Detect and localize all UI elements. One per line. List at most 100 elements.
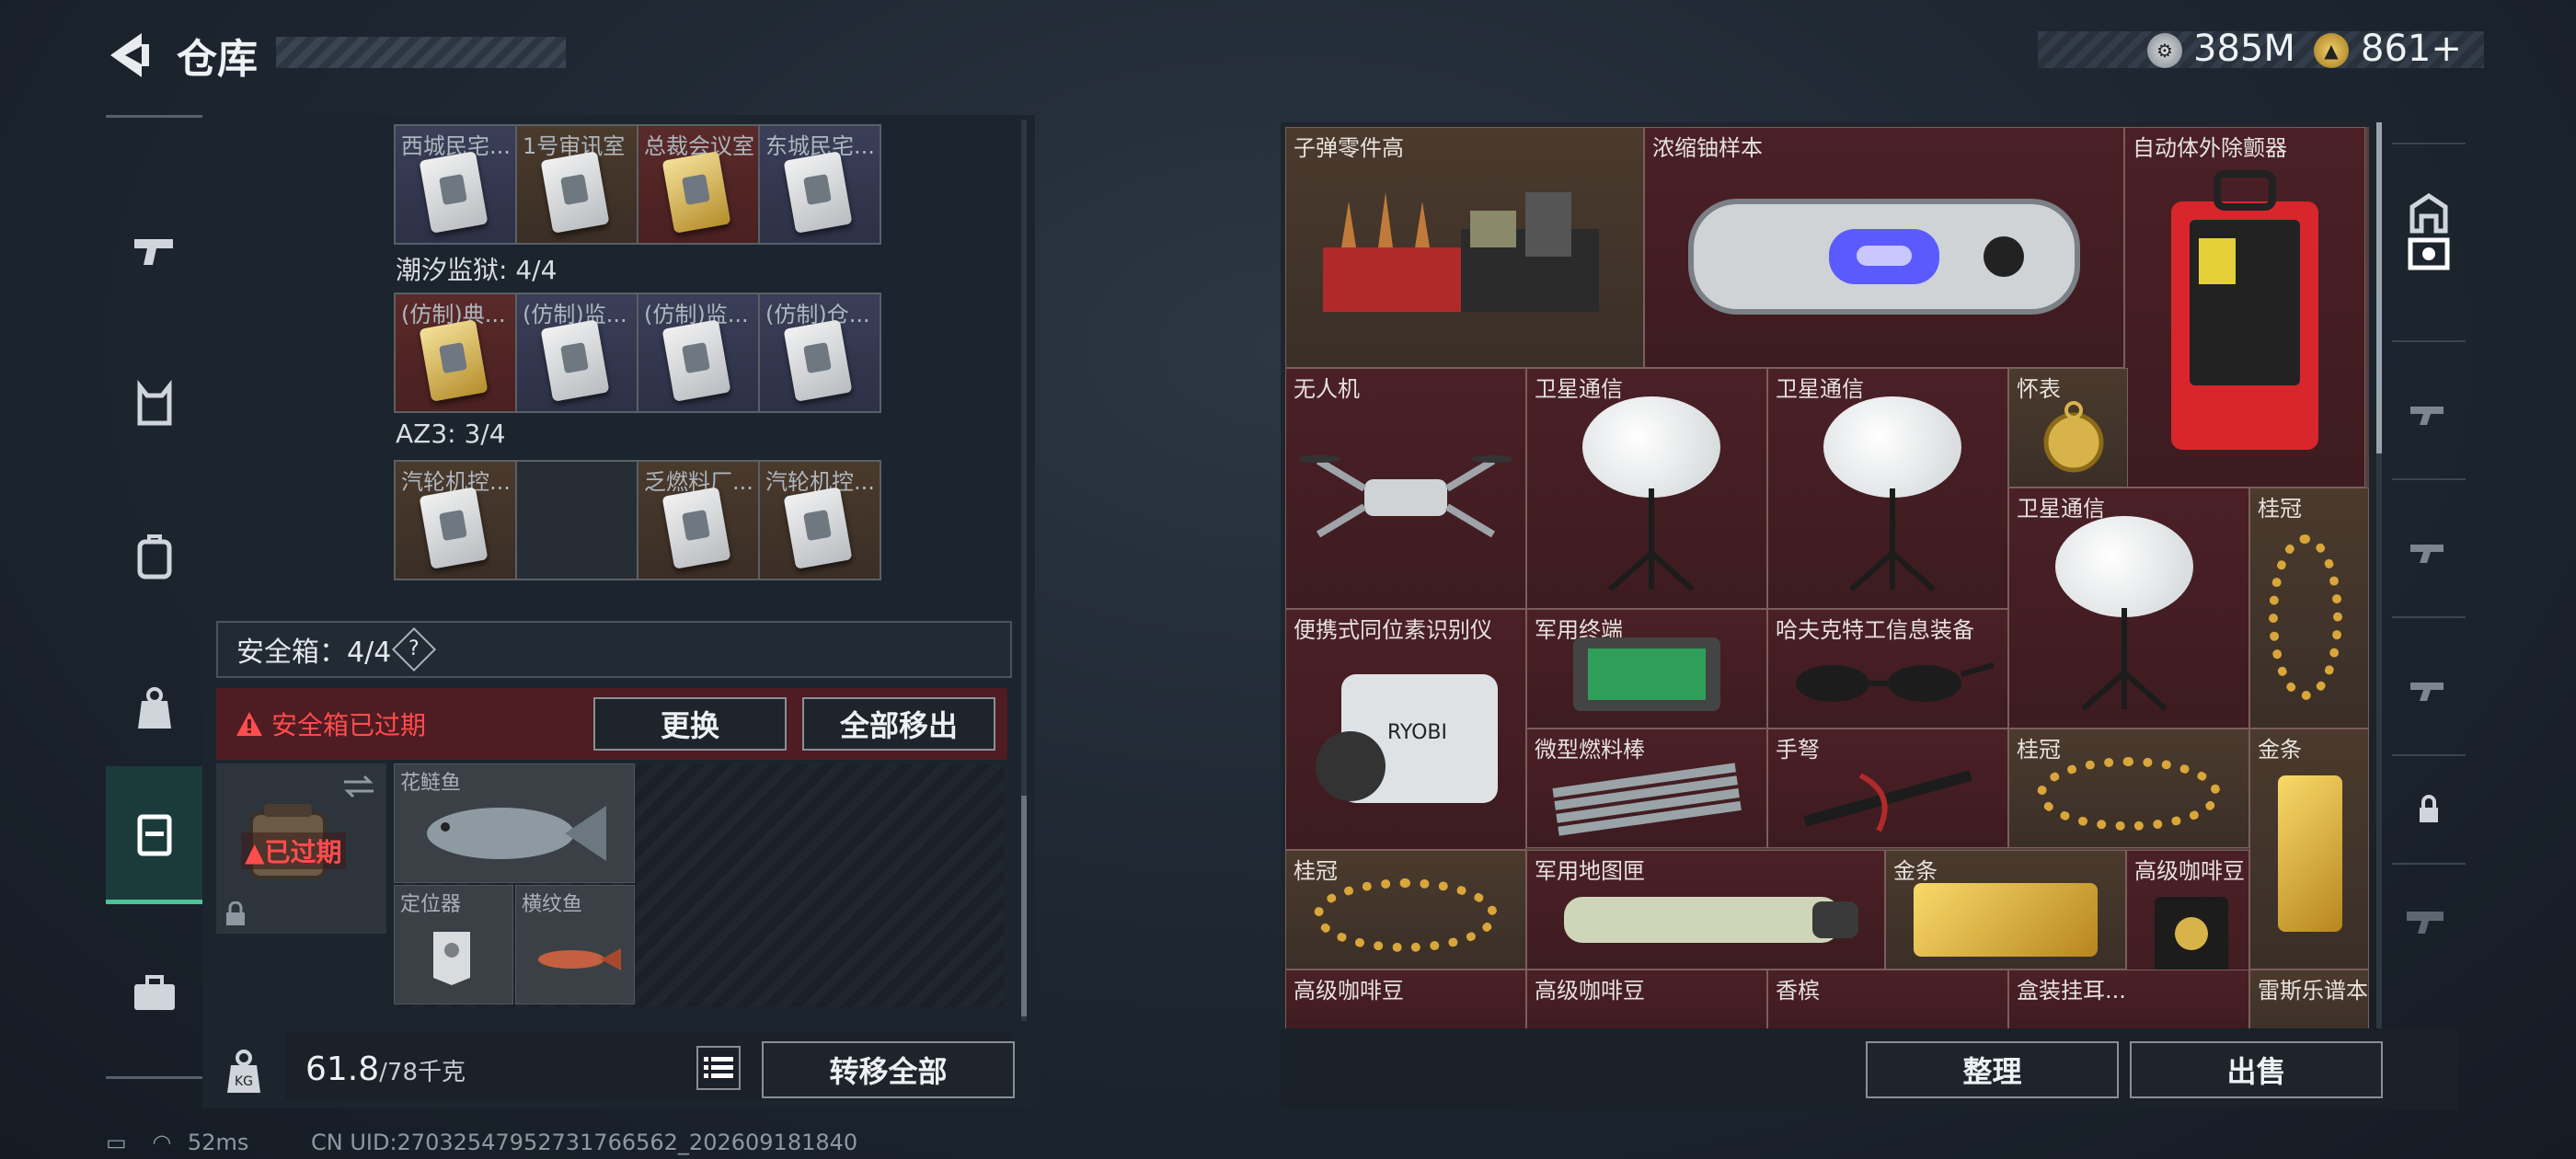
status-bar: ▭ ◠ 52ms CN UID:27032547952731766562_202… (106, 1130, 857, 1155)
keycard-slot[interactable]: (仿制)监... (517, 294, 637, 411)
inventory-item[interactable]: 桂冠 (1285, 850, 1526, 970)
keycard-icon (783, 487, 853, 569)
help-icon[interactable]: ? (392, 626, 437, 672)
safebox-item-slot[interactable]: 定位器 (394, 885, 513, 1004)
tab-backpack[interactable] (106, 488, 202, 625)
aed-icon (2171, 170, 2318, 450)
safebox-icon (137, 814, 171, 855)
inventory-item[interactable]: 子弹零件高 (1285, 127, 1644, 368)
inventory-item[interactable]: 桂冠 (2249, 488, 2369, 729)
locked-storage-icon[interactable] (2403, 897, 2455, 941)
rifle-icon (2410, 545, 2444, 563)
pistol-icon (133, 239, 173, 265)
inventory-item[interactable]: 无人机 (1285, 368, 1526, 609)
toolbox-icon (133, 975, 175, 1010)
inventory-item[interactable]: 浓缩铀样本 (1644, 127, 2124, 368)
isotope-identifier-icon: RYOBI (1316, 674, 1498, 803)
section-label: 潮汐监狱: 4/4 (396, 255, 558, 285)
tab-armor[interactable] (106, 336, 202, 474)
empty-keycard-slot[interactable] (517, 462, 637, 579)
inventory-item[interactable]: 盒装挂耳... (2008, 970, 2249, 1028)
gold-currency-value: 861+ (2361, 28, 2462, 70)
list-view-button[interactable] (696, 1046, 741, 1090)
inventory-item[interactable]: 微型燃料棒 (1526, 729, 1767, 848)
page-title: 仓库 (177, 36, 258, 83)
keycard-slot[interactable]: 乏燃料厂... (638, 462, 758, 579)
svg-text:KG: KG (235, 1074, 253, 1089)
safebox-item-slot[interactable]: 横纹鱼 (515, 885, 635, 1004)
keycard-slot[interactable]: 汽轮机控... (396, 462, 515, 579)
category-tabs (106, 115, 202, 1081)
tab-equipment[interactable] (2392, 198, 2466, 308)
map-case-icon (1564, 897, 1858, 943)
inventory-scrollbar-thumb[interactable] (2376, 122, 2382, 453)
tab-storage-3[interactable] (2392, 340, 2466, 478)
keycard-grid-1: 西城民宅... 1号审讯室 总裁会议室 东城民宅... (394, 124, 881, 245)
inventory-item[interactable]: 香槟 (1767, 970, 2008, 1028)
keycard-icon (419, 319, 489, 402)
inventory-item[interactable]: 军用地图匣 (1526, 850, 1885, 970)
keycard-slot[interactable]: 总裁会议室 (638, 126, 758, 243)
keycard-icon (661, 487, 731, 569)
inventory-item[interactable]: 高级咖啡豆 (1285, 970, 1526, 1028)
inventory-item[interactable]: 金条 (2249, 729, 2369, 970)
inventory-item[interactable]: 雷斯乐谱本 (2249, 970, 2369, 1028)
backpack-icon (137, 534, 171, 580)
laurel-crown-icon (2037, 757, 2221, 831)
keycard-slot[interactable]: (仿制)典... (396, 294, 515, 411)
warning-text: 安全箱已过期 (271, 710, 427, 740)
replace-button[interactable]: 更换 (593, 697, 787, 751)
keycard-slot[interactable]: (仿制)仓... (760, 294, 880, 411)
section-label: AZ3: 3/4 (396, 419, 506, 449)
inventory-item[interactable]: 军用终端 (1526, 609, 1767, 729)
inventory-item[interactable]: 手弩 (1767, 729, 2008, 848)
keycard-slot[interactable]: 汽轮机控... (760, 462, 880, 579)
keycard-slot[interactable]: 西城民宅... (396, 126, 515, 243)
tab-toolbox[interactable] (106, 924, 202, 1062)
weight-readout: 61.8/78千克 (305, 1050, 466, 1088)
inventory-item[interactable]: 卫星通信 (1526, 368, 1767, 609)
safebox-grid: 花鲢鱼 定位器 横纹鱼 (394, 763, 1004, 1007)
keycard-icon (419, 151, 489, 234)
keycard-slot[interactable]: (仿制)监... (638, 294, 758, 411)
satellite-dish-icon (2055, 516, 2193, 617)
inventory-item[interactable]: 自动体外除颤器 (2124, 127, 2365, 488)
safebox-header: 安全箱：4/4 ? (216, 621, 1012, 678)
inventory-item[interactable]: 卫星通信 (2008, 488, 2249, 729)
stash-scrollbar-thumb[interactable] (1021, 796, 1027, 1016)
inventory-item[interactable]: 金条 (1885, 850, 2126, 970)
tab-chest-rig[interactable] (106, 639, 202, 777)
tabs-bottom-divider (106, 1076, 202, 1079)
tab-safebox[interactable] (106, 766, 202, 904)
laurel-crown-icon (1314, 878, 1498, 952)
inventory-item[interactable]: 高级咖啡豆 (1526, 970, 1767, 1028)
inventory-item[interactable]: 便携式同位素识别仪 RYOBI (1285, 609, 1526, 850)
inventory-item[interactable]: 桂冠 (2008, 729, 2249, 848)
back-arrow-icon[interactable] (101, 28, 156, 83)
tab-storage-4[interactable] (2392, 478, 2466, 616)
inventory-item[interactable]: 哈夫克特工信息装备 (1767, 609, 2008, 729)
vest-icon (137, 379, 171, 426)
move-all-out-button[interactable]: 全部移出 (802, 697, 995, 751)
tab-locked[interactable] (2392, 754, 2466, 865)
swap-icon[interactable] (340, 773, 377, 800)
keycard-slot[interactable]: 东城民宅... (760, 126, 880, 243)
safebox-item-slot[interactable]: 花鲢鱼 (394, 763, 635, 883)
inventory-item[interactable]: 怀表 (2008, 368, 2128, 488)
keycard-icon (661, 319, 731, 402)
gold-bar-icon (1914, 883, 2098, 957)
keycard-icon (661, 151, 731, 234)
inventory-item[interactable]: 卫星通信 (1767, 368, 2008, 609)
keycard-icon (540, 319, 610, 402)
bag-icon (137, 687, 171, 729)
fish-icon (427, 806, 606, 861)
transfer-all-button[interactable]: 转移全部 (762, 1041, 1015, 1098)
keycard-slot[interactable]: 1号审讯室 (517, 126, 637, 243)
sell-button[interactable]: 出售 (2130, 1041, 2383, 1098)
laurel-crown-icon (2269, 534, 2342, 700)
keycard-icon (783, 319, 853, 402)
tab-storage-5[interactable] (2392, 616, 2466, 754)
tab-weapons[interactable] (106, 179, 202, 317)
inventory-grid: 子弹零件高 浓缩铀样本 自动体外除颤器 无人机 卫星通信 卫星通信 怀表 卫星通… (1285, 127, 2369, 1028)
sort-button[interactable]: 整理 (1866, 1041, 2119, 1098)
